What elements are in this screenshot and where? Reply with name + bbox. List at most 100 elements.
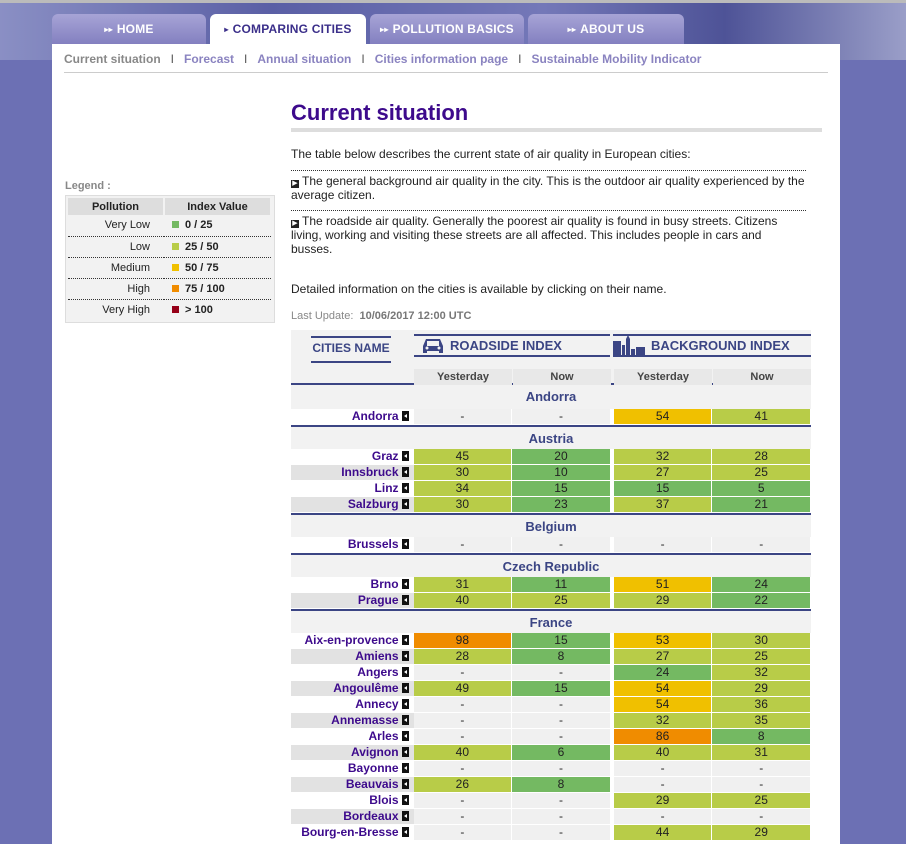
separator: I (518, 52, 522, 66)
city-link[interactable]: Aix-en-provence (291, 633, 414, 648)
city-link[interactable]: Annecy (291, 697, 414, 712)
city-link[interactable]: Beauvais (291, 777, 414, 792)
legend-range: 25 / 50 (185, 240, 219, 253)
background-now-cell: 8 (712, 729, 811, 744)
tab-comparing-cities[interactable]: ▸ COMPARING CITIES (210, 14, 366, 44)
background-yesterday-cell: 54 (613, 409, 712, 424)
roadside-now-cell: 8 (512, 777, 610, 792)
city-name[interactable]: Annemasse (331, 713, 398, 727)
city-name[interactable]: Angers (357, 665, 398, 679)
city-link[interactable]: Bordeaux (291, 809, 414, 824)
roadside-yesterday-cell: - (413, 713, 512, 728)
arrow-left-icon (401, 667, 409, 677)
legend-level: Medium (68, 257, 164, 279)
roadside-now-cell: - (512, 665, 610, 680)
table-row: Linz 34 15 15 5 (291, 481, 811, 497)
table-row: Salzburg 30 23 37 21 (291, 497, 811, 513)
city-link[interactable]: Salzburg (291, 497, 414, 512)
background-now-cell: 25 (712, 649, 811, 664)
city-name[interactable]: Arles (369, 729, 399, 743)
city-name[interactable]: Andorra (352, 409, 399, 423)
tab-pollution-basics[interactable]: ▸▸ POLLUTION BASICS (370, 14, 524, 44)
city-name[interactable]: Avignon (351, 745, 399, 759)
background-yesterday-cell: 40 (613, 745, 712, 760)
legend-range-cell: > 100 (164, 299, 271, 320)
city-link[interactable]: Brussels (291, 537, 414, 552)
city-name[interactable]: Brno (371, 577, 399, 591)
subnav-link[interactable]: Sustainable Mobility Indicator (531, 52, 701, 66)
roadside-yesterday-cell: - (413, 809, 512, 824)
table-header: CITIES NAME ROADSIDE INDEX BACKGROUND IN… (291, 330, 811, 385)
background-yesterday-cell: 44 (613, 825, 712, 840)
legend-range-cell: 0 / 25 (164, 215, 271, 237)
roadside-yesterday-cell: - (413, 761, 512, 776)
tab-home[interactable]: ▸▸ HOME (52, 14, 206, 44)
city-name[interactable]: Beauvais (346, 777, 399, 791)
city-name[interactable]: Salzburg (348, 497, 399, 511)
legend-row: Medium 50 / 75 (68, 257, 271, 279)
arrow-left-icon (401, 795, 409, 805)
country-header: Andorra (291, 385, 811, 409)
roadside-now-cell: 15 (512, 633, 610, 648)
subnav-link[interactable]: Cities information page (375, 52, 508, 66)
city-name[interactable]: Angoulême (333, 681, 398, 695)
city-name[interactable]: Innsbruck (341, 465, 398, 479)
subnav-link[interactable]: Annual situation (257, 52, 351, 66)
background-yesterday-cell: - (613, 809, 712, 824)
city-link[interactable]: Bourg-en-Bresse (291, 825, 414, 840)
car-icon (423, 338, 443, 353)
city-link[interactable]: Arles (291, 729, 414, 744)
background-now-header: Now (713, 369, 811, 385)
city-link[interactable]: Angoulême (291, 681, 414, 696)
city-link[interactable]: Graz (291, 449, 414, 464)
city-name[interactable]: Bayonne (348, 761, 399, 775)
table-row: Annemasse - -32 35 (291, 713, 811, 729)
background-now-cell: - (712, 761, 811, 776)
roadside-now-cell: 20 (512, 449, 610, 464)
city-link[interactable]: Andorra (291, 409, 414, 424)
background-now-cell: 29 (712, 681, 811, 696)
table-row: Aix-en-provence 98 15 53 30 (291, 633, 811, 649)
subnav-link[interactable]: Current situation (64, 52, 161, 66)
city-link[interactable]: Prague (291, 593, 414, 608)
city-name[interactable]: Linz (375, 481, 399, 495)
roadside-now-cell: - (512, 809, 610, 824)
tab-about-us[interactable]: ▸▸ ABOUT US (528, 14, 684, 44)
arrow-left-icon (401, 747, 409, 757)
city-name[interactable]: Bourg-en-Bresse (301, 825, 398, 839)
city-name[interactable]: Brussels (348, 537, 399, 551)
table-row: Arles - -86 8 (291, 729, 811, 745)
city-name[interactable]: Aix-en-provence (305, 633, 399, 647)
roadside-now-cell: - (512, 697, 610, 712)
city-link[interactable]: Linz (291, 481, 414, 496)
city-link[interactable]: Avignon (291, 745, 414, 760)
city-name[interactable]: Amiens (355, 649, 398, 663)
city-link[interactable]: Amiens (291, 649, 414, 664)
chevron-right-icon: ▸▸ (567, 24, 577, 34)
city-name[interactable]: Graz (372, 449, 399, 463)
arrow-left-icon (401, 811, 409, 821)
city-name[interactable]: Blois (369, 793, 398, 807)
city-name[interactable]: Prague (358, 593, 399, 607)
city-link[interactable]: Blois (291, 793, 414, 808)
background-now-cell: - (712, 537, 811, 552)
city-link[interactable]: Angers (291, 665, 414, 680)
roadside-now-cell: - (512, 537, 610, 552)
legend-level: Low (68, 236, 164, 258)
city-link[interactable]: Bayonne (291, 761, 414, 776)
table-row: Prague 40 25 29 22 (291, 593, 811, 609)
city-link[interactable]: Brno (291, 577, 414, 592)
legend-col-pollution: Pollution (68, 198, 165, 215)
tab-label: POLLUTION BASICS (392, 22, 514, 36)
separator: I (361, 52, 365, 66)
subnav-link[interactable]: Forecast (184, 52, 234, 66)
legend-row: Very Low 0 / 25 (68, 215, 271, 237)
tab-label: COMPARING CITIES (232, 22, 352, 36)
separator: I (244, 52, 248, 66)
city-link[interactable]: Innsbruck (291, 465, 414, 480)
legend-range: 50 / 75 (185, 261, 219, 274)
city-name[interactable]: Annecy (355, 697, 398, 711)
country-header: France (291, 609, 811, 633)
city-link[interactable]: Annemasse (291, 713, 414, 728)
city-name[interactable]: Bordeaux (343, 809, 398, 823)
